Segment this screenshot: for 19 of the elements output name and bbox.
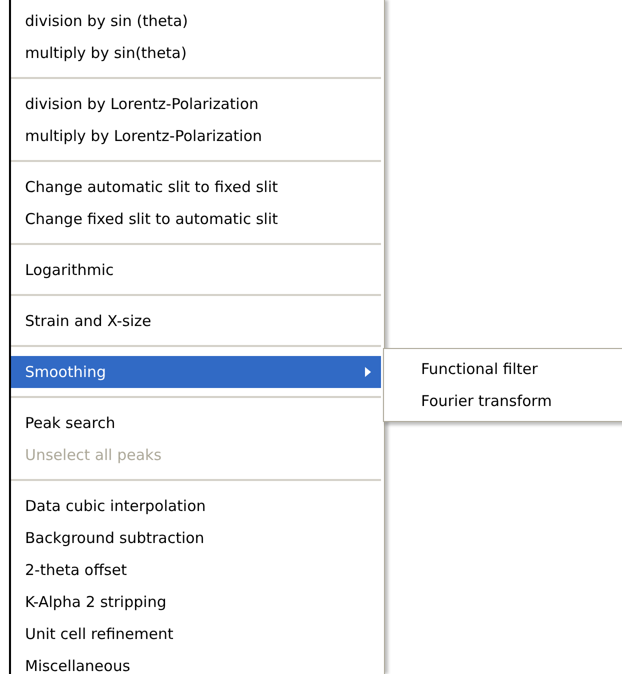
menu-item[interactable]: Background subtraction xyxy=(11,522,381,554)
menu-item[interactable]: Smoothing xyxy=(11,356,381,388)
menu-item[interactable]: Strain and X-size xyxy=(11,305,381,337)
menu-item[interactable]: K-Alpha 2 stripping xyxy=(11,586,381,618)
menu-item[interactable]: Fourier transform xyxy=(384,385,622,417)
submenu-arrow-icon xyxy=(365,367,371,377)
menu-item[interactable]: Functional filter xyxy=(384,353,622,385)
menu-item[interactable]: Data cubic interpolation xyxy=(11,490,381,522)
menu-item[interactable]: Peak search xyxy=(11,407,381,439)
menu-item[interactable]: Logarithmic xyxy=(11,254,381,286)
menu-item[interactable]: multiply by sin(theta) xyxy=(11,37,381,69)
menu-item[interactable]: 2-theta offset xyxy=(11,554,381,586)
menu-item[interactable]: Change automatic slit to fixed slit xyxy=(11,171,381,203)
menu-item[interactable]: Change fixed slit to automatic slit xyxy=(11,203,381,235)
menu-item[interactable]: Unit cell refinement xyxy=(11,618,381,650)
menu-item[interactable]: multiply by Lorentz-Polarization xyxy=(11,120,381,152)
menu-item[interactable]: Miscellaneous xyxy=(11,650,381,674)
menu-item[interactable]: division by sin (theta) xyxy=(11,5,381,37)
menu-item[interactable]: division by Lorentz-Polarization xyxy=(11,88,381,120)
